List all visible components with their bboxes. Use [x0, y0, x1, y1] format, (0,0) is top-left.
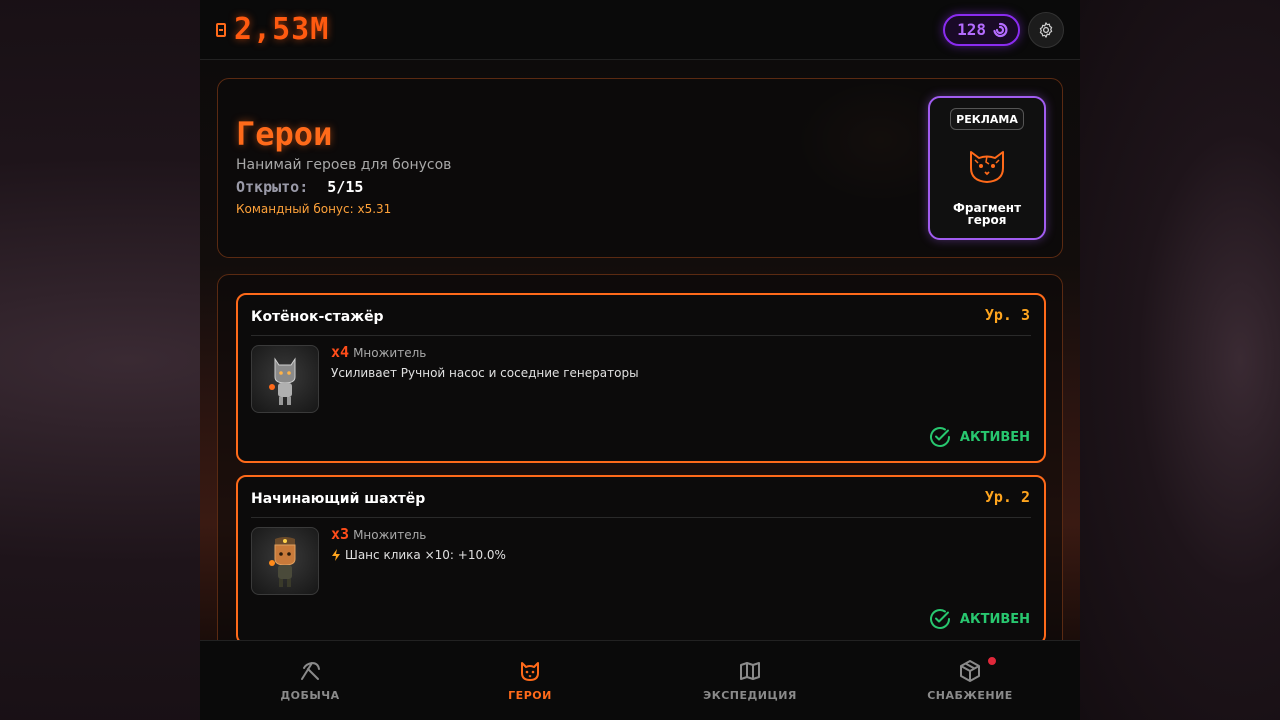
lightning-icon	[332, 549, 340, 561]
settings-button[interactable]	[1028, 11, 1064, 48]
page-title: Герои	[236, 115, 333, 153]
multiplier-label: Множитель	[353, 528, 427, 542]
hero-level: Ур. 3	[984, 306, 1030, 324]
status-label: АКТИВЕН	[959, 429, 1030, 445]
status-label: АКТИВЕН	[959, 611, 1030, 627]
hero-card[interactable]: Начинающий шахтёр Ур. 2 x3 Множитель Шан…	[236, 475, 1046, 645]
cat-icon	[521, 662, 539, 681]
check-circle-icon	[929, 609, 950, 629]
hero-name: Начинающий шахтёр	[251, 491, 426, 507]
multiplier-value: x4	[331, 343, 350, 361]
coin-icon	[216, 22, 226, 37]
top-bar: 2,53M 128	[200, 0, 1080, 60]
divider	[251, 517, 1031, 518]
app-frame: 2,53M 128 Герои Нанимай героев для бонус…	[200, 0, 1080, 720]
hero-name: Котёнок-стажёр	[251, 309, 384, 325]
cat-face-icon	[970, 151, 1004, 183]
page-subtitle: Нанимай героев для бонусов	[236, 157, 452, 173]
hero-description-text: Усиливает Ручной насос и соседние генера…	[331, 366, 639, 380]
bottom-nav: ДОБЫЧА ГЕРОИ ЭКСПЕДИЦИЯ СНАБЖЕНИЕ	[200, 640, 1080, 720]
gems-value: 128	[957, 20, 986, 39]
hero-avatar	[251, 527, 319, 595]
nav-label: ДОБЫЧА	[280, 689, 340, 702]
backdrop-right	[1080, 0, 1280, 720]
box-icon	[960, 660, 980, 682]
nav-label: СНАБЖЕНИЕ	[927, 689, 1013, 702]
map-icon	[740, 662, 760, 680]
heroes-list: Котёнок-стажёр Ур. 3 x4 Множитель Усилива…	[217, 274, 1063, 674]
status-active: АКТИВЕН	[928, 607, 1030, 631]
ad-hero-fragment-button[interactable]: РЕКЛАМА Фрагмент героя	[928, 96, 1046, 240]
nav-item-mining[interactable]: ДОБЫЧА	[200, 641, 420, 720]
status-active: АКТИВЕН	[928, 425, 1030, 449]
ad-badge: РЕКЛАМА	[950, 108, 1024, 130]
opened-count: Открыто: 5/15	[236, 178, 363, 196]
hero-card[interactable]: Котёнок-стажёр Ур. 3 x4 Множитель Усилива…	[236, 293, 1046, 463]
heroes-header-card: Герои Нанимай героев для бонусов Открыто…	[217, 78, 1063, 258]
multiplier: x3 Множитель	[331, 525, 426, 543]
notification-dot	[986, 655, 998, 667]
ad-label: Фрагмент героя	[952, 201, 1022, 227]
gear-icon	[1039, 21, 1053, 38]
cat-intern-icon	[269, 357, 296, 405]
gems-counter[interactable]: 128	[943, 13, 1020, 46]
check-circle-icon	[929, 427, 950, 447]
spiral-icon	[993, 22, 1008, 37]
multiplier-value: x3	[331, 525, 350, 543]
hero-avatar	[251, 345, 319, 413]
multiplier-label: Множитель	[353, 346, 427, 360]
hero-level: Ур. 2	[984, 488, 1030, 506]
opened-label: Открыто:	[236, 178, 309, 196]
nav-item-expedition[interactable]: ЭКСПЕДИЦИЯ	[640, 641, 860, 720]
multiplier: x4 Множитель	[331, 343, 426, 361]
nav-label: ГЕРОИ	[508, 689, 552, 702]
hero-description: Шанс клика ×10: +10.0%	[331, 548, 506, 562]
hero-description-text: Шанс клика ×10: +10.0%	[345, 548, 506, 562]
divider	[251, 335, 1031, 336]
cat-miner-icon	[269, 537, 296, 587]
pickaxe-icon	[301, 662, 320, 680]
nav-label: ЭКСПЕДИЦИЯ	[703, 689, 797, 702]
nav-item-heroes[interactable]: ГЕРОИ	[420, 641, 640, 720]
nav-item-supply[interactable]: СНАБЖЕНИЕ	[860, 641, 1080, 720]
balance-value: 2,53M	[234, 12, 330, 47]
opened-value: 5/15	[327, 178, 364, 196]
team-bonus: Командный бонус: x5.31	[236, 202, 392, 216]
hero-description: Усиливает Ручной насос и соседние генера…	[331, 366, 639, 380]
